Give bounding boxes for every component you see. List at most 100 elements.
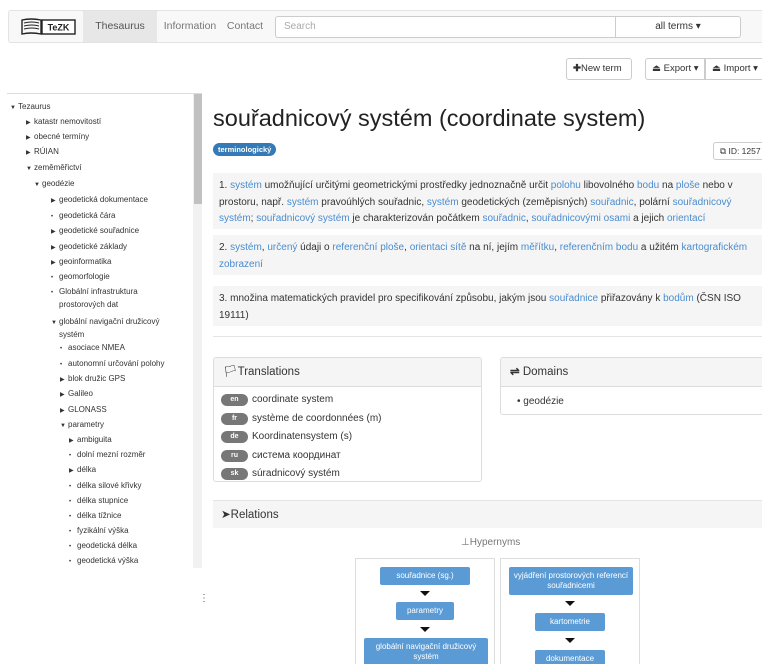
term-link[interactable]: souřadnicový systém xyxy=(256,213,349,224)
term-link[interactable]: systém xyxy=(287,197,319,208)
term-link[interactable]: systém xyxy=(230,180,262,191)
caret-down-icon[interactable]: ▼ xyxy=(34,180,42,191)
term-link[interactable]: bodům xyxy=(663,293,694,304)
caret-down-icon[interactable]: ▼ xyxy=(51,318,59,329)
term-link[interactable]: systém xyxy=(427,197,459,208)
tree-node[interactable]: • geodetická délka xyxy=(69,540,137,553)
term-link[interactable]: orientací xyxy=(667,213,705,224)
tree-node-label: globální navigační družicový xyxy=(59,317,160,326)
import-button[interactable]: ⏏ Import ▾ xyxy=(705,58,762,80)
bullet-icon[interactable]: • xyxy=(69,557,77,568)
caret-right-icon[interactable]: ▶ xyxy=(51,227,59,238)
tree-node[interactable]: ▶ katastr nemovitostí xyxy=(26,116,101,129)
tree-node[interactable]: ▼ zeměměřictví xyxy=(26,162,82,175)
term-link[interactable]: určený xyxy=(267,242,297,253)
hypernym-node[interactable]: dokumentace xyxy=(535,650,605,664)
hypernym-node[interactable]: souřadnice (sg.) xyxy=(380,567,470,585)
tree-node[interactable]: ▶ blok družic GPS xyxy=(60,373,125,386)
translation-text: система координат xyxy=(252,449,341,461)
tree-node[interactable]: • geodetická čára xyxy=(51,210,115,223)
tree-node[interactable]: • fyzikální výška xyxy=(69,525,129,538)
term-link[interactable]: měřítku xyxy=(521,242,554,253)
tree-node[interactable]: • délka silové křivky xyxy=(69,480,141,493)
term-link[interactable]: referenční ploše xyxy=(332,242,404,253)
caret-right-icon[interactable]: ▶ xyxy=(26,118,34,129)
term-link[interactable]: polohu xyxy=(551,180,581,191)
tree-node[interactable]: ▼ Tezaurus xyxy=(10,101,50,114)
term-link[interactable]: souřadnice xyxy=(549,293,598,304)
term-link[interactable]: referenčním bodu xyxy=(560,242,638,253)
bullet-icon[interactable]: • xyxy=(51,212,59,223)
tree-node[interactable]: ▼ globální navigační družicový systém xyxy=(51,316,160,340)
bullet-icon[interactable]: • xyxy=(60,360,68,371)
tree-node[interactable]: ▶ GLONASS xyxy=(60,404,107,417)
tree-node[interactable]: ▶ Galileo xyxy=(60,388,93,401)
tree-node[interactable]: • délka tížnice xyxy=(69,510,121,523)
term-id-button[interactable]: ⧉ ID: 1257 xyxy=(713,142,762,160)
tree-node[interactable]: ▶ geodetické základy xyxy=(51,241,127,254)
bullet-icon[interactable]: • xyxy=(51,288,59,299)
term-link[interactable]: bodu xyxy=(637,180,659,191)
tezk-logo[interactable]: TeZK xyxy=(19,16,77,38)
tree-node[interactable]: • geomorfologie xyxy=(51,271,110,284)
tree-node[interactable]: ▼ parametry xyxy=(60,419,104,432)
tree-node[interactable]: ▼ geodézie xyxy=(34,178,74,191)
tree-node[interactable]: ▶ geoinformatika xyxy=(51,256,111,269)
caret-right-icon[interactable]: ▶ xyxy=(60,375,68,386)
term-link[interactable]: souřadnic xyxy=(482,213,525,224)
definition-text: a jejich xyxy=(630,213,667,224)
translation-text: Koordinatensystem (s) xyxy=(252,431,353,442)
tree-node[interactable]: ▶ geodetická dokumentace xyxy=(51,194,148,207)
caret-right-icon[interactable]: ▶ xyxy=(26,148,34,159)
tree-node[interactable]: ▶ geodetické souřadnice xyxy=(51,225,139,238)
bullet-icon[interactable]: • xyxy=(51,273,59,284)
nav-contact[interactable]: Contact xyxy=(223,11,267,42)
term-link[interactable]: systém xyxy=(230,242,262,253)
nav-thesaurus[interactable]: Thesaurus xyxy=(83,11,157,42)
caret-right-icon[interactable]: ▶ xyxy=(51,258,59,269)
resize-handle-icon[interactable]: ⋮ xyxy=(199,593,209,604)
tree-node[interactable]: • dolní mezní rozměr xyxy=(69,449,145,462)
caret-down-icon[interactable]: ▼ xyxy=(10,103,18,114)
bullet-icon[interactable]: • xyxy=(69,512,77,523)
caret-right-icon[interactable]: ▶ xyxy=(60,406,68,417)
bullet-icon[interactable]: • xyxy=(69,451,77,462)
tree-node[interactable]: ▶ obecné termíny xyxy=(26,131,89,144)
caret-right-icon[interactable]: ▶ xyxy=(69,466,77,477)
term-link[interactable]: orientaci sítě xyxy=(410,242,467,253)
hypernym-node[interactable]: parametry xyxy=(396,602,454,620)
hypernym-node[interactable]: vyjádření prostorových referencí souřadn… xyxy=(509,567,633,595)
bullet-icon[interactable]: • xyxy=(69,497,77,508)
term-link[interactable]: souřadnicovými osami xyxy=(531,213,630,224)
term-link[interactable]: souřadnic xyxy=(590,197,633,208)
tree-node[interactable]: ▶ RÚIAN xyxy=(26,146,59,159)
caret-right-icon[interactable]: ▶ xyxy=(69,436,77,447)
hypernym-node[interactable]: kartometrie xyxy=(535,613,605,631)
tree-node[interactable]: ▶ ambiguita xyxy=(69,434,112,447)
bullet-icon[interactable]: • xyxy=(60,344,68,355)
tree-node[interactable]: ▶ délka xyxy=(69,464,96,477)
tree-node[interactable]: • délka stupnice xyxy=(69,495,128,508)
hypernym-node[interactable]: globální navigační družicový systém xyxy=(364,638,488,664)
caret-right-icon[interactable]: ▶ xyxy=(51,196,59,207)
tree-node[interactable]: • autonomní určování polohy xyxy=(60,358,165,371)
caret-down-icon[interactable]: ▼ xyxy=(60,421,68,432)
caret-right-icon[interactable]: ▶ xyxy=(26,133,34,144)
export-button[interactable]: ⏏ Export ▾ xyxy=(645,58,705,80)
new-term-button[interactable]: ✚New term xyxy=(566,58,632,80)
caret-down-icon[interactable]: ▼ xyxy=(26,164,34,175)
bullet-icon[interactable]: • xyxy=(69,542,77,553)
tree-scrollbar-thumb[interactable] xyxy=(194,94,202,204)
bullet-icon[interactable]: • xyxy=(69,527,77,538)
nav-information[interactable]: Information xyxy=(159,11,221,42)
caret-right-icon[interactable]: ▶ xyxy=(51,243,59,254)
search-input[interactable]: Search xyxy=(275,16,615,38)
caret-right-icon[interactable]: ▶ xyxy=(60,390,68,401)
terms-filter-dropdown[interactable]: all terms ▾ xyxy=(615,16,741,38)
tree-node[interactable]: • Globální infrastruktura prostorových dat xyxy=(51,286,138,310)
bullet-icon[interactable]: • xyxy=(69,482,77,493)
tree-node[interactable]: • asociace NMEA xyxy=(60,342,125,355)
term-link[interactable]: ploše xyxy=(676,180,700,191)
tree-node[interactable]: • geodetická výška xyxy=(69,555,138,568)
logo-text: TeZK xyxy=(48,23,70,33)
